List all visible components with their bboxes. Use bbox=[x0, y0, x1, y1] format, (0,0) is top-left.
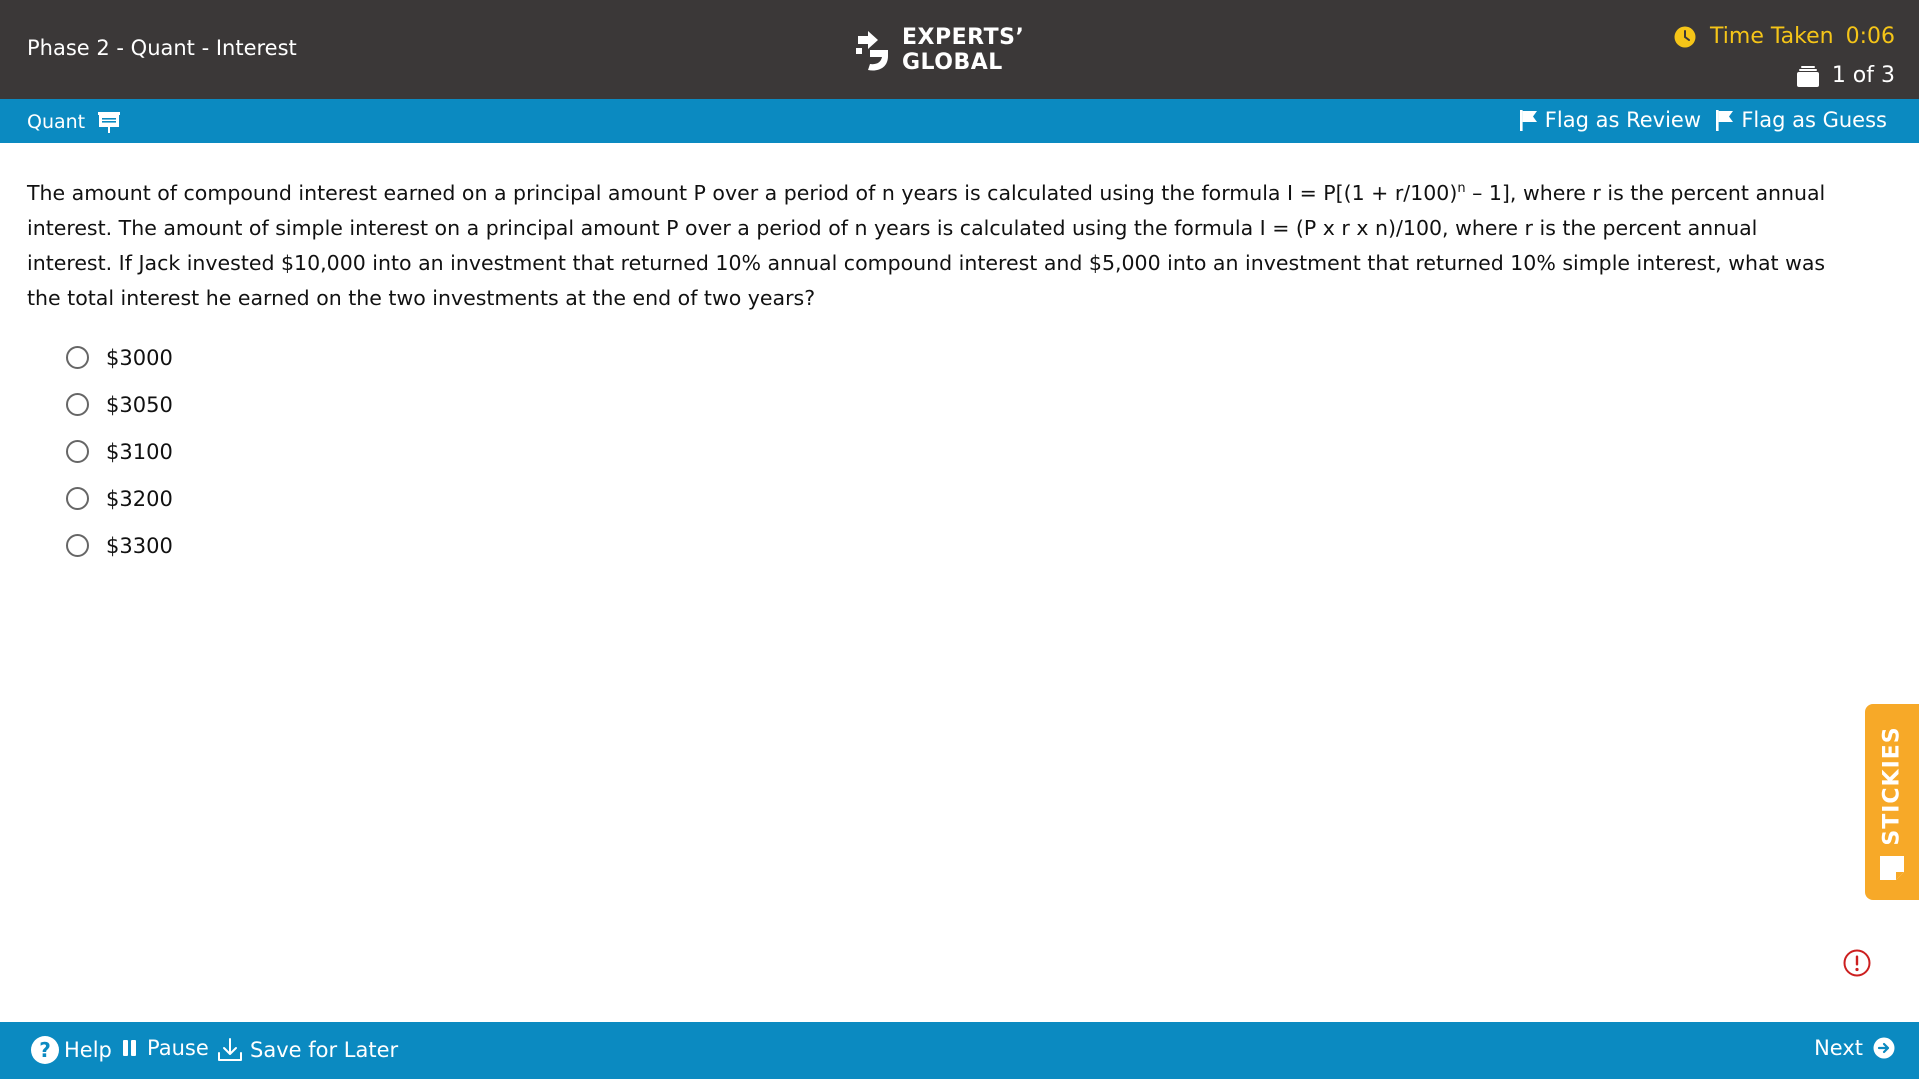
sticky-note-icon bbox=[1880, 856, 1904, 880]
flag-as-review-button[interactable]: Flag as Review bbox=[1519, 108, 1701, 132]
question-exponent: n bbox=[1457, 181, 1466, 197]
section-title: Phase 2 - Quant - Interest bbox=[27, 36, 297, 60]
flag-icon bbox=[1716, 110, 1734, 131]
top-header: Phase 2 - Quant - Interest EXPERTS’ GLOB… bbox=[0, 0, 1919, 99]
progress-text: 1 of 3 bbox=[1831, 63, 1895, 88]
section-toolbar: Quant Flag as Review Flag as Guess bbox=[0, 99, 1919, 143]
alert-circle-icon[interactable] bbox=[1843, 949, 1871, 977]
answer-option-1[interactable]: $3000 bbox=[66, 334, 173, 381]
question-text-part-1: The amount of compound interest earned o… bbox=[27, 181, 1458, 205]
time-label: Time Taken bbox=[1710, 24, 1834, 49]
section-label: Quant bbox=[27, 110, 121, 134]
time-value: 0:06 bbox=[1845, 24, 1895, 49]
presentation-board-icon bbox=[98, 112, 121, 133]
clock-icon bbox=[1674, 26, 1696, 47]
help-button[interactable]: ? Help bbox=[31, 1036, 112, 1064]
next-label: Next bbox=[1814, 1036, 1863, 1060]
question-stem: The amount of compound interest earned o… bbox=[27, 176, 1837, 316]
time-taken: Time Taken 0:06 bbox=[1674, 24, 1895, 49]
logo-line-2: GLOBAL bbox=[902, 50, 1003, 75]
question-progress: 1 of 3 bbox=[1796, 63, 1895, 88]
section-label-text: Quant bbox=[27, 111, 86, 133]
arrow-right-circle-icon bbox=[1873, 1037, 1895, 1059]
radio-button[interactable] bbox=[66, 534, 89, 557]
download-icon bbox=[218, 1038, 242, 1061]
experts-global-logo-icon bbox=[856, 31, 888, 71]
help-label: Help bbox=[64, 1038, 112, 1062]
pause-label: Pause bbox=[147, 1036, 209, 1060]
answer-option-3[interactable]: $3100 bbox=[66, 428, 173, 475]
flag-as-review-label: Flag as Review bbox=[1544, 108, 1701, 132]
answer-option-label: $3050 bbox=[106, 392, 173, 417]
answer-option-label: $3300 bbox=[106, 533, 173, 558]
experts-global-logo: EXPERTS’ GLOBAL bbox=[852, 24, 1024, 76]
radio-button[interactable] bbox=[66, 346, 89, 369]
save-for-later-button[interactable]: Save for Later bbox=[216, 1036, 398, 1064]
question-stack-icon bbox=[1796, 65, 1819, 87]
pause-button[interactable]: Pause bbox=[123, 1036, 209, 1060]
answer-option-4[interactable]: $3200 bbox=[66, 475, 173, 522]
help-circle-icon: ? bbox=[31, 1036, 59, 1064]
stickies-tab[interactable]: STICKIES bbox=[1865, 704, 1919, 900]
answer-options: $3000 $3050 $3100 $3200 $3300 bbox=[66, 334, 173, 569]
radio-button[interactable] bbox=[66, 487, 89, 510]
answer-option-label: $3100 bbox=[106, 439, 173, 464]
answer-option-label: $3000 bbox=[106, 345, 173, 370]
pause-icon bbox=[123, 1040, 139, 1056]
save-for-later-label: Save for Later bbox=[250, 1038, 399, 1062]
answer-option-5[interactable]: $3300 bbox=[66, 522, 173, 569]
logo-line-1: EXPERTS’ bbox=[902, 25, 1025, 50]
stickies-label: STICKIES bbox=[1879, 726, 1905, 846]
bottom-navigation-bar: ? Help Pause Save for Later Next bbox=[0, 1022, 1919, 1079]
flag-as-guess-button[interactable]: Flag as Guess bbox=[1715, 108, 1887, 132]
answer-option-2[interactable]: $3050 bbox=[66, 381, 173, 428]
radio-button[interactable] bbox=[66, 440, 89, 463]
logo-text: EXPERTS’ GLOBAL bbox=[902, 25, 1024, 75]
flag-icon bbox=[1519, 110, 1537, 131]
next-button[interactable]: Next bbox=[1814, 1036, 1895, 1060]
answer-option-label: $3200 bbox=[106, 486, 173, 511]
radio-button[interactable] bbox=[66, 393, 89, 416]
flag-as-guess-label: Flag as Guess bbox=[1741, 108, 1887, 132]
